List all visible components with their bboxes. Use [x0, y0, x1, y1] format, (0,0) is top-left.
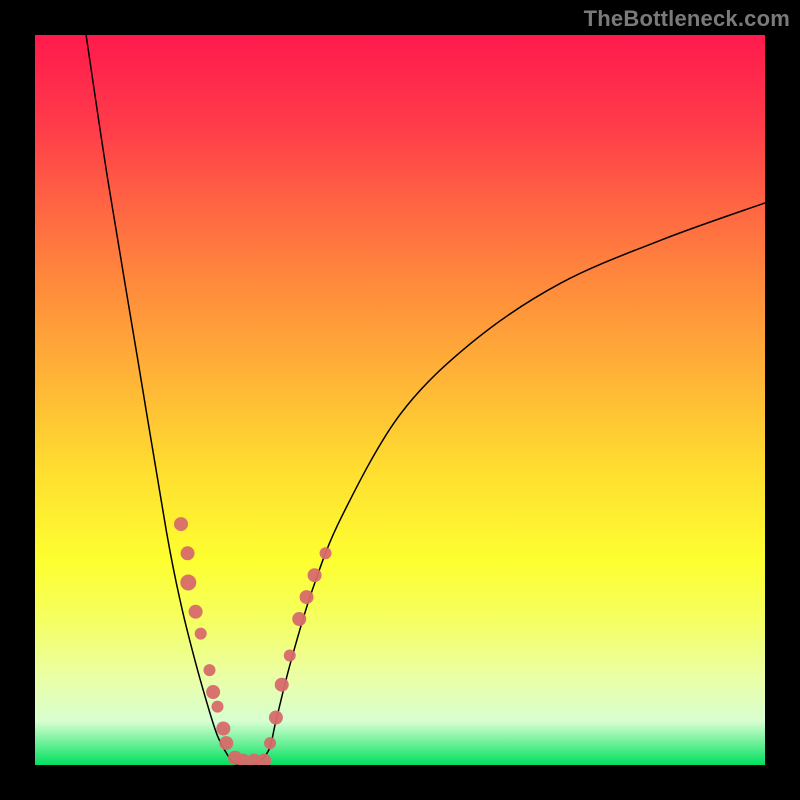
marker-point: [284, 650, 296, 662]
marker-point: [195, 628, 207, 640]
marker-point: [308, 568, 322, 582]
marker-point: [275, 678, 289, 692]
watermark-text: TheBottleneck.com: [584, 6, 790, 32]
curve-left: [86, 35, 239, 765]
marker-point: [320, 547, 332, 559]
marker-point: [269, 711, 283, 725]
marker-group: [174, 517, 332, 765]
plot-area: [35, 35, 765, 765]
marker-point: [212, 701, 224, 713]
marker-point: [203, 664, 215, 676]
marker-point: [206, 685, 220, 699]
marker-point: [181, 546, 195, 560]
marker-point: [300, 590, 314, 604]
marker-point: [264, 737, 276, 749]
marker-point: [216, 722, 230, 736]
marker-point: [174, 517, 188, 531]
marker-point: [189, 605, 203, 619]
marker-point: [219, 736, 233, 750]
outer-frame: TheBottleneck.com: [0, 0, 800, 800]
chart-overlay: [35, 35, 765, 765]
curve-right: [239, 203, 765, 765]
marker-point: [292, 612, 306, 626]
marker-point: [180, 575, 196, 591]
marker-point: [257, 754, 271, 765]
